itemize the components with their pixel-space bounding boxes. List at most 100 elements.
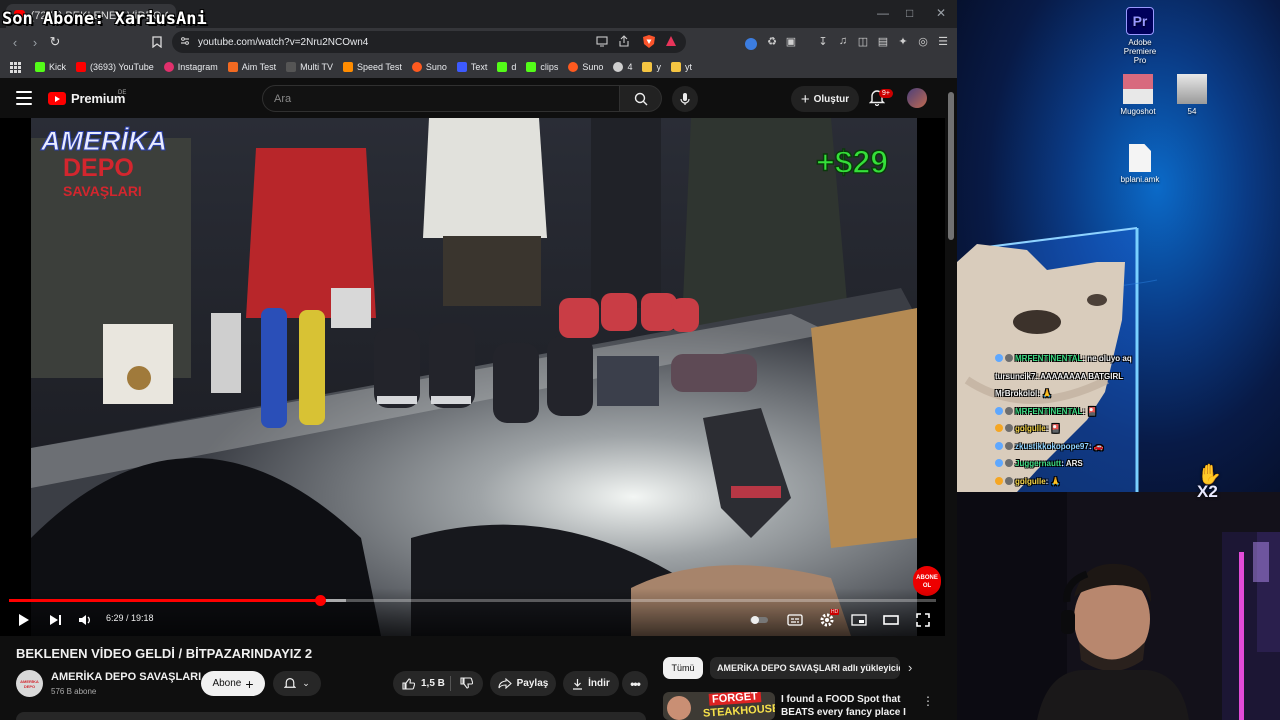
channel-avatar[interactable]: AMERİKA DEPO [16,670,43,697]
like-count: 1,5 B [421,678,445,689]
multiplier-text: X2 [1197,482,1218,501]
desktop-icon[interactable]: bplani.amk [1117,144,1163,184]
chip-channel[interactable]: AMERİKA DEPO SAVAŞLARI adlı yükleyicid [710,657,900,679]
bookmark-item[interactable]: d [492,56,521,78]
youtube-premium-logo[interactable]: Premium [48,91,125,106]
recommendation-title[interactable]: I found a FOOD Spot that BEATS every fan… [781,693,919,720]
voice-search-button[interactable] [672,86,698,112]
recommendation-thumbnail[interactable]: FORGET STEAKHOUSE! [663,692,775,720]
chip-channel-label: AMERİKA DEPO SAVAŞLARI adlı yükleyicid [717,663,900,673]
bookmark-item[interactable]: Kick [30,56,71,78]
chat-username: zkustikkokopope97 [1015,441,1089,451]
chat-text: ne oluyo aq [1087,354,1132,363]
menu-icon[interactable]: ☰ [936,34,950,48]
autoplay-toggle[interactable] [749,610,769,630]
extension-icon[interactable] [744,37,758,51]
bookmark-item[interactable]: Text [452,56,493,78]
bookmark-item[interactable]: Suno [563,56,608,78]
like-button[interactable]: 1,5 B [402,677,445,690]
volume-icon [79,615,90,625]
captions-button[interactable] [785,610,805,630]
video-player[interactable]: AMERİKA DEPO SAVAŞLARI +$29 ABONE OL 6:2… [0,118,945,636]
chevron-right-icon[interactable]: › [908,660,912,675]
bookmark-item[interactable]: yt [666,56,697,78]
desktop-icon[interactable]: 54 [1172,74,1212,116]
plus-icon: + [245,675,254,692]
guide-menu-icon[interactable] [16,91,32,105]
bookmark-item[interactable]: (3693) YouTube [71,56,159,78]
share-page-icon[interactable] [618,35,630,50]
cast-icon[interactable] [596,35,608,50]
miniplayer-icon [851,614,867,626]
desktop-icon[interactable]: Mugoshot [1118,74,1158,116]
subscribe-button[interactable]: Abone + [201,671,265,696]
more-vertical-icon[interactable]: ⋮ [922,694,934,708]
bookmark-label: Suno [425,62,447,72]
notification-preferences-button[interactable]: ⌄ [273,671,321,696]
back-icon[interactable]: ‹ [6,33,24,51]
suno-icon [411,62,422,72]
url-text: youtube.com/watch?v=2Nru2NCOwn4 [198,36,369,48]
brave-rewards-icon[interactable] [665,35,677,50]
desktop-icon[interactable]: Pr Adobe Premiere Pro [1117,7,1163,65]
bookmark-item[interactable]: Aim Test [223,56,281,78]
screenshot-icon[interactable]: ▣ [784,34,798,48]
site-info-icon[interactable] [180,36,190,49]
speedtest-icon [342,62,353,72]
bookmark-item[interactable]: 4 [608,56,637,78]
apps-grid-icon[interactable] [8,61,22,73]
region-code: DE [118,90,127,96]
reload-icon[interactable]: ↻ [46,33,64,51]
description-box[interactable] [16,712,646,720]
instagram-icon [163,62,174,72]
miniplayer-button[interactable] [849,610,869,630]
chip-all[interactable]: Tümü [663,657,703,679]
bookmark-item[interactable]: Speed Test [338,56,407,78]
search-input[interactable]: Ara [262,85,620,112]
forward-icon[interactable]: › [26,33,44,51]
wallet-icon[interactable]: ▤ [876,34,890,48]
brave-shield-icon[interactable] [642,34,656,52]
sidebar-icon[interactable]: ◫ [856,34,870,48]
next-button[interactable] [45,610,65,630]
maximize-icon[interactable]: □ [906,6,913,20]
chat-text: 🚗 [1093,441,1104,451]
bookmark-item[interactable]: Instagram [159,56,223,78]
address-bar[interactable]: youtube.com/watch?v=2Nru2NCOwn4 [172,31,686,53]
theater-mode-button[interactable] [881,610,901,630]
vpn-icon[interactable]: ◎ [916,34,930,48]
download-button[interactable]: İndir [563,671,619,696]
close-icon[interactable]: ✕ [936,6,946,20]
fullscreen-button[interactable] [913,610,933,630]
youtube-icon [76,62,87,72]
user-avatar[interactable] [907,88,927,108]
scrollbar-thumb[interactable] [948,92,954,240]
create-button[interactable]: + Oluştur [791,86,859,112]
bookmark-page-icon[interactable] [148,33,166,51]
video-frame[interactable]: AMERİKA DEPO SAVAŞLARI +$29 [31,118,917,636]
music-icon[interactable]: ♫ [836,34,850,48]
more-actions-button[interactable]: ••• [622,671,648,696]
settings-button[interactable]: HD [817,609,840,630]
scrubber-handle[interactable] [314,595,326,606]
dislike-button[interactable] [460,677,474,692]
chat-badge-icon [1005,476,1013,485]
bookmark-item[interactable]: Multi TV [281,56,338,78]
chat-badge-icon [995,424,1003,432]
bookmark-item[interactable]: clips [521,56,563,78]
bookmark-item[interactable]: y [637,56,666,78]
minimize-icon[interactable]: — [877,6,889,20]
share-label: Paylaş [516,678,549,689]
search-placeholder: Ara [274,92,292,105]
bookmark-item[interactable]: Suno [407,56,452,78]
download-icon[interactable]: ↧ [816,34,830,48]
channel-name[interactable]: AMERİKA DEPO SAVAŞLARI [51,671,201,683]
leo-ai-icon[interactable]: ✦ [896,34,910,48]
mute-button[interactable] [75,610,95,630]
share-button[interactable]: Paylaş [490,671,556,696]
browser-toolbar: ‹ › ↻ youtube.com/watch?v=2Nru2NCOwn4 ♻ … [0,28,957,77]
puzzle-icon[interactable]: ♻ [765,34,779,48]
search-button[interactable] [620,85,662,112]
play-button[interactable] [13,610,33,630]
bookmark-label: yt [684,62,692,72]
